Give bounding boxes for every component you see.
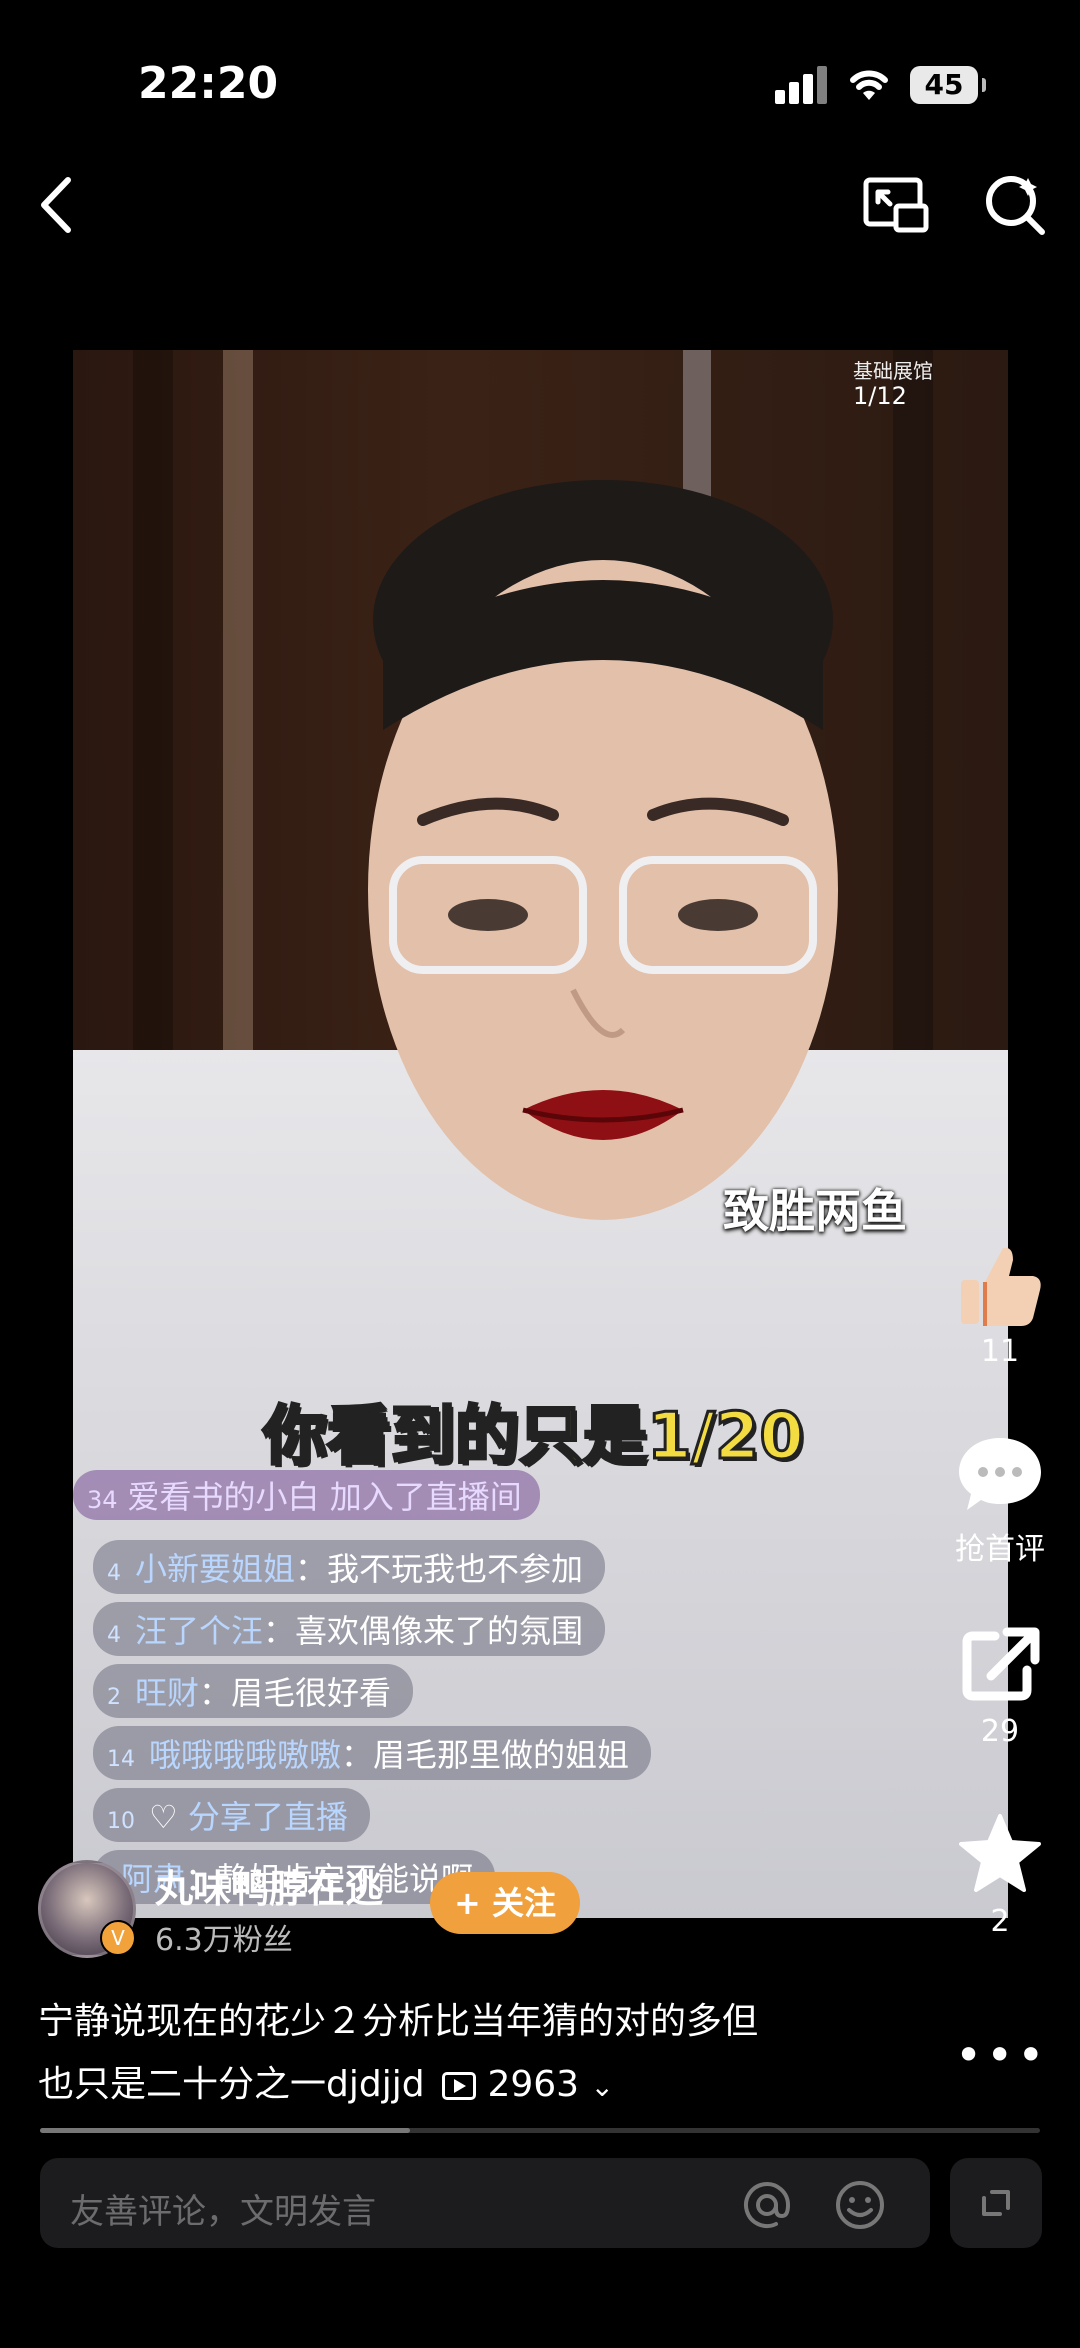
post-description-line2[interactable]: 也只是二十分之一djdjjd 2963 ⌄ [38, 2055, 614, 2107]
follow-button[interactable]: + 关注 [430, 1872, 580, 1934]
share-button[interactable]: 29 [945, 1620, 1055, 1749]
exhibition-page: 1/12 [853, 382, 907, 410]
comment-button[interactable]: 抢首评 [945, 1430, 1055, 1568]
play-count: 2963 [487, 2064, 580, 2105]
video-subtitle: 你看到的只是1/20 [262, 1399, 806, 1476]
author-name[interactable]: 丸味鸭脖在逃 [155, 1858, 383, 1913]
cellular-signal-icon [775, 64, 829, 104]
video-player[interactable]: 基础展馆 1/12 致胜两鱼 你看到的只是1/20 34 爱看书的小白 加入了直播… [73, 350, 1008, 1918]
share-count: 29 [980, 1714, 1020, 1749]
comment-placeholder: 友善评论，文明发言 [70, 2192, 376, 2232]
expand-button[interactable] [950, 2158, 1042, 2248]
emoji-icon[interactable] [833, 2178, 887, 2236]
play-icon [442, 2072, 477, 2100]
heart-icon: ♡ [149, 1798, 188, 1836]
mention-icon[interactable] [740, 2178, 794, 2236]
favorite-count: 2 [990, 1904, 1010, 1939]
more-options-button[interactable]: ••• [955, 2028, 1048, 2082]
post-description[interactable]: 宁静说现在的花少２分析比当年猜的对的多但 [38, 1992, 758, 2044]
chat-message: 2 旺财：眉毛很好看 [93, 1664, 414, 1718]
like-button[interactable]: 11 [945, 1240, 1055, 1369]
level-badge: 34 [87, 1486, 118, 1514]
comment-bubble-icon [959, 1438, 1041, 1510]
chevron-down-icon[interactable]: ⌄ [591, 2070, 614, 2103]
chat-message: 14 哦哦哦哦嗷嗷：眉毛那里做的姐姐 [93, 1726, 652, 1780]
sticker-text: 致胜两鱼 [723, 1184, 907, 1238]
join-message: 34 爱看书的小白 加入了直播间 [73, 1470, 540, 1520]
battery-indicator: 45 [910, 66, 986, 104]
chat-message: 10 ♡ 分享了直播 [93, 1788, 370, 1842]
status-time: 22:20 [138, 58, 279, 109]
chat-message: 4 汪了个汪：喜欢偶像来了的氛围 [93, 1602, 606, 1656]
expand-icon [982, 2190, 1010, 2216]
comment-label: 抢首评 [955, 1532, 1045, 1567]
fans-count: 6.3万粉丝 [155, 1923, 293, 1958]
search-icon[interactable] [980, 170, 1050, 240]
star-icon [959, 1814, 1041, 1892]
thumbs-up-icon [961, 1247, 1041, 1326]
like-count: 11 [980, 1334, 1020, 1369]
share-icon [962, 1627, 1040, 1701]
wifi-icon [845, 60, 893, 104]
verified-badge-icon: V [100, 1920, 136, 1956]
video-progress-fill [40, 2128, 410, 2133]
floating-window-icon[interactable] [860, 170, 930, 240]
back-button[interactable] [30, 170, 80, 240]
favorite-button[interactable]: 2 [945, 1810, 1055, 1939]
chat-message: 4 小新要姐姐：我不玩我也不参加 [93, 1540, 606, 1594]
exhibition-label[interactable]: 基础展馆 [853, 355, 933, 384]
join-text: 爱看书的小白 加入了直播间 [127, 1478, 522, 1516]
